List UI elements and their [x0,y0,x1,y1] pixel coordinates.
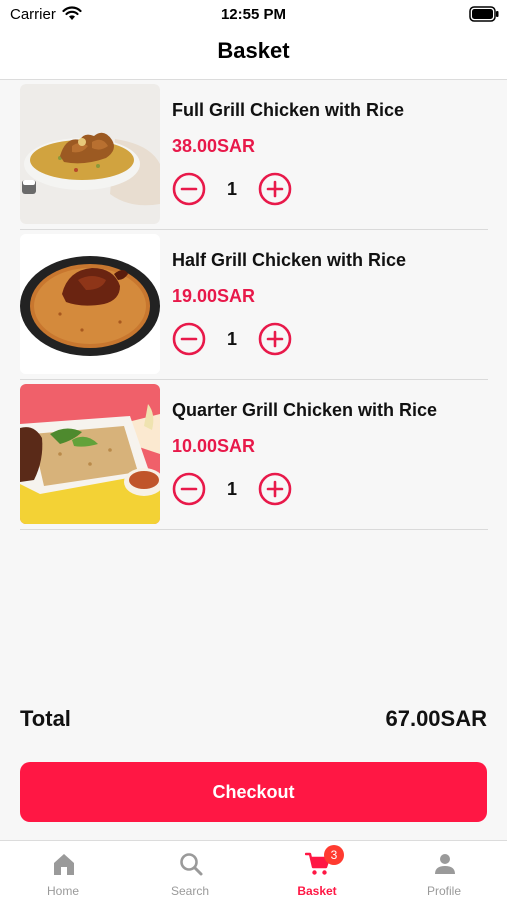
item-name: Full Grill Chicken with Rice [172,100,405,120]
tab-label: Search [170,884,210,898]
tab-label: Basket [297,884,337,898]
increase-quantity-button[interactable] [258,322,292,356]
total-value: 67.00SAR [385,706,487,731]
plus-circle-icon [258,172,292,206]
tab-home[interactable]: Home [0,841,126,900]
status-bar: Carrier 12:55 PM [0,0,507,28]
total-label: Total [20,706,71,731]
item-image [20,384,160,524]
item-price: 10.00SAR [172,436,256,456]
decrease-quantity-button[interactable] [172,322,206,356]
increase-quantity-button[interactable] [258,472,292,506]
item-price: 19.00SAR [172,286,256,306]
decrease-quantity-button[interactable] [172,472,206,506]
minus-circle-icon [172,322,206,356]
item-name: Quarter Grill Chicken with Rice [172,400,438,420]
plus-circle-icon [258,322,292,356]
item-image [20,234,160,374]
item-name: Half Grill Chicken with Rice [172,250,407,270]
item-price: 38.00SAR [172,136,256,156]
tab-profile[interactable]: Profile [381,841,507,900]
search-icon [180,853,203,876]
minus-circle-icon [172,472,206,506]
navigation-header: Basket [0,28,507,80]
plus-circle-icon [258,472,292,506]
basket-item: Full Grill Chicken with Rice 38.00SAR 1 [20,80,488,230]
page-title: Basket [217,38,290,63]
quantity-value: 1 [226,479,237,499]
basket-item: Quarter Grill Chicken with Rice 10.00SAR… [20,380,488,530]
item-image [20,84,160,224]
quantity-value: 1 [226,179,237,199]
basket-screen: Carrier 12:55 PM Basket Full Grill Chick… [0,0,507,900]
increase-quantity-button[interactable] [258,172,292,206]
decrease-quantity-button[interactable] [172,172,206,206]
status-time: 12:55 PM [220,6,287,23]
tab-label: Home [46,884,79,898]
cart-count-badge: 3 [324,845,344,865]
quantity-value: 1 [226,329,237,349]
home-icon [54,854,74,875]
tab-basket[interactable]: 3 Basket [254,841,380,900]
tab-search[interactable]: Search [127,841,253,900]
tab-bar: Home Search 3 Basket Profile [0,840,507,900]
checkout-button[interactable]: Checkout [20,762,487,822]
battery-icon [469,6,499,22]
tab-label: Profile [426,884,461,898]
basket-item: Half Grill Chicken with Rice 19.00SAR 1 [20,230,488,380]
person-icon [435,854,455,874]
minus-circle-icon [172,172,206,206]
basket-list: Full Grill Chicken with Rice 38.00SAR 1 [20,80,488,530]
